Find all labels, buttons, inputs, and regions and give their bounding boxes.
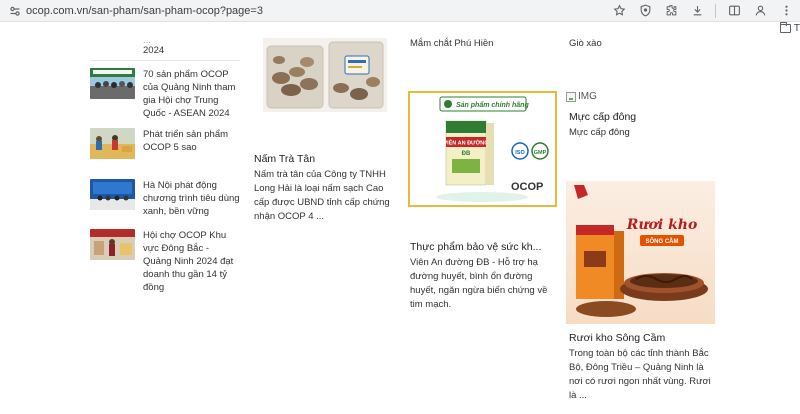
bookmark-star-icon[interactable] (611, 3, 627, 19)
browser-toolbar: ocop.com.vn/san-pham/san-pham-ocop?page=… (0, 0, 800, 22)
bookmark-folder-label: T (793, 23, 800, 34)
product-image-muc-cap-dong[interactable]: IMG (566, 91, 597, 102)
profile-icon[interactable] (752, 3, 768, 19)
site-info-icon[interactable] (8, 4, 22, 18)
toolbar-separator (715, 3, 716, 18)
page-content: ... 2024 70 sản phẩm OCOP của Quảng Ninh… (0, 36, 800, 414)
news-title[interactable]: 70 sản phẩm OCOP của Quảng Ninh tham gia… (143, 68, 240, 120)
cert-iso-text: ISO (515, 150, 525, 156)
product-title-ruoi-kho[interactable]: Rươi kho Sông Cầm (569, 332, 665, 344)
product-desc-ruoi-kho: Trong toàn bộ các tỉnh thành Bắc Bộ, Đôn… (569, 348, 711, 401)
product-image-vien-an-duong[interactable]: Sản phẩm chính hãng VIÊN AN ĐƯỜNG ĐB ISO… (408, 91, 557, 207)
product-desc-nam-tra-tan: Nấm trà tân của Công ty TNHH Long Hải là… (254, 169, 390, 222)
extensions-puzzle-icon[interactable] (663, 3, 679, 19)
sidebar-divider (90, 60, 240, 61)
broken-image-icon (566, 91, 576, 102)
product-title-muc-cap-dong[interactable]: Mực cấp đông (569, 111, 636, 123)
url-text[interactable]: ocop.com.vn/san-pham/san-pham-ocop?page=… (26, 5, 263, 17)
news-title[interactable]: Hội chợ OCOP Khu vực Đông Bắc - Quảng Ni… (143, 229, 240, 294)
sidebar-cut-line-2: 2024 (143, 45, 165, 56)
news-thumbnail[interactable] (90, 179, 135, 210)
download-icon[interactable] (689, 3, 705, 19)
product-desc-thuc-pham: Viên An đường ĐB - Hỗ trợ hạ đường huyết… (410, 257, 548, 310)
news-thumbnail[interactable] (90, 68, 135, 99)
badge-text: Sản phẩm chính hãng (456, 101, 529, 109)
image-alt-text: IMG (578, 91, 597, 102)
list-item[interactable]: Hội chợ OCOP Khu vực Đông Bắc - Quảng Ni… (90, 229, 240, 294)
product-title-thuc-pham[interactable]: Thực phẩm bảo vệ sức kh... (410, 241, 541, 253)
news-title[interactable]: Hà Nội phát động chương trình tiêu dùng … (143, 179, 240, 218)
side-panel-icon[interactable] (726, 3, 742, 19)
shield-extension-icon[interactable] (637, 3, 653, 19)
ruoi-image-sub: SÔNG CẦM (646, 237, 679, 245)
menu-dots-icon[interactable] (778, 3, 794, 19)
product-title-cut-col3[interactable]: Giò xào (569, 38, 602, 49)
box-label-text: VIÊN AN ĐƯỜNG (443, 139, 488, 147)
news-thumbnail[interactable] (90, 128, 135, 159)
product-image-nam-tra-tan[interactable] (263, 38, 387, 112)
list-item[interactable]: Hà Nội phát động chương trình tiêu dùng … (90, 179, 240, 218)
box-sub-text: ĐB (462, 151, 471, 157)
list-item[interactable]: Phát triển sản phẩm OCOP 5 sao (90, 128, 240, 159)
product-desc-muc-cap-dong: Mực cấp đông (569, 127, 630, 138)
bookmarks-bar: T (0, 22, 800, 38)
cert-gmp-text: GMP (534, 150, 547, 156)
address-bar[interactable]: ocop.com.vn/san-pham/san-pham-ocop?page=… (0, 0, 611, 22)
bookmark-folder[interactable]: T (779, 22, 800, 34)
list-item[interactable]: 70 sản phẩm OCOP của Quảng Ninh tham gia… (90, 68, 240, 120)
product-title-nam-tra-tan[interactable]: Nấm Trà Tân (254, 153, 315, 165)
sidebar-cut-item[interactable]: ... 2024 (143, 36, 243, 57)
product-title-cut-col2[interactable]: Mắm chắt Phú Hiền (410, 38, 493, 49)
news-thumbnail[interactable] (90, 229, 135, 260)
product-image-ruoi-kho[interactable]: Rươi kho SÔNG CẦM (566, 181, 715, 324)
folder-icon (779, 22, 791, 33)
ruoi-image-title: Rươi kho (626, 217, 698, 233)
news-title[interactable]: Phát triển sản phẩm OCOP 5 sao (143, 128, 240, 159)
ocop-logo-text: OCOP (511, 181, 543, 193)
